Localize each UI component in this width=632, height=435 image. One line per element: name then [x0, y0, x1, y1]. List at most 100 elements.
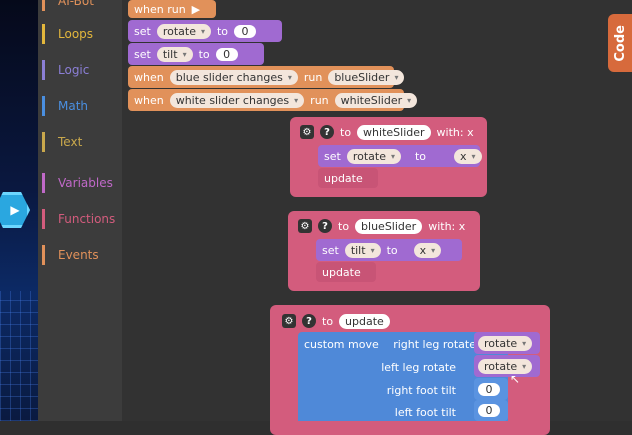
call-update-block[interactable]: update [318, 168, 378, 188]
number-input[interactable]: 0 [215, 47, 238, 61]
event-dropdown[interactable]: white slider changes [169, 92, 305, 108]
variable-dropdown[interactable]: tilt [344, 242, 381, 258]
category-label: Text [58, 135, 83, 149]
block-text: custom move [304, 337, 379, 351]
block-text: to [216, 24, 229, 38]
category-label: AI-Bot [58, 0, 94, 8]
param-right-leg-rotate-label: right leg rotate [376, 334, 476, 354]
set-rotate-block[interactable]: set rotate to 0 [128, 20, 282, 42]
param-right-foot-tilt-label: right foot tilt [376, 380, 456, 400]
set-tilt-block[interactable]: set tilt to 0 [128, 43, 264, 65]
when-run-block[interactable]: when run ▶ [128, 0, 216, 18]
function-name-field[interactable]: update [339, 313, 390, 329]
variable-dropdown[interactable]: rotate [346, 148, 401, 164]
rotate-variable-block[interactable]: rotate [474, 332, 540, 354]
dropdown-value: rotate [484, 359, 518, 373]
param-left-leg-rotate-label: left leg rotate [376, 357, 456, 377]
function-dropdown[interactable]: blueSlider [328, 69, 405, 85]
block-text: to [198, 47, 210, 61]
stage-grid [0, 291, 38, 421]
variable-dropdown[interactable]: rotate [156, 23, 211, 39]
help-icon[interactable]: ? [320, 125, 334, 139]
category-ai-bot[interactable]: AI-Bot [42, 0, 94, 12]
gear-icon[interactable]: ⚙ [282, 314, 296, 328]
set-tilt-block[interactable]: set tilt to x [316, 239, 462, 261]
category-text[interactable]: Text [42, 131, 82, 153]
dropdown-value: blue slider changes [175, 70, 283, 84]
variable-dropdown[interactable]: x [454, 148, 482, 164]
block-text: when [134, 93, 164, 107]
variable-dropdown[interactable]: x [413, 242, 442, 258]
gear-icon[interactable]: ⚙ [300, 125, 314, 139]
dropdown-value: x [419, 243, 427, 257]
number-input[interactable]: 0 [478, 404, 500, 417]
dropdown-value: rotate [352, 149, 386, 163]
dropdown-value: tilt [162, 47, 178, 61]
variable-dropdown[interactable]: tilt [156, 46, 193, 62]
category-color-bar [42, 209, 45, 229]
block-text: run [303, 70, 323, 84]
block-text: left foot tilt [394, 405, 456, 419]
event-dropdown[interactable]: blue slider changes [169, 69, 298, 85]
number-block[interactable]: 0 [474, 400, 508, 421]
category-color-bar [42, 0, 45, 11]
custom-move-label: custom move [304, 334, 379, 354]
function-header: ⚙ ? to whiteSlider with: x [296, 122, 478, 142]
block-text: to [386, 243, 398, 257]
block-text: to [322, 314, 334, 328]
function-name-field[interactable]: blueSlider [355, 218, 423, 234]
number-input[interactable]: 0 [234, 24, 257, 38]
category-color-bar [42, 132, 45, 152]
number-block[interactable]: 0 [474, 378, 508, 400]
category-events[interactable]: Events [42, 244, 99, 266]
category-loops[interactable]: Loops [42, 23, 93, 45]
number-input[interactable]: 0 [478, 382, 500, 396]
block-text: to [340, 125, 352, 139]
category-label: Functions [58, 212, 116, 226]
function-header: ⚙ ? to blueSlider with: x [294, 216, 469, 236]
call-update-block[interactable]: update [316, 262, 376, 282]
code-tab-label: Code [612, 24, 628, 62]
block-text: right foot tilt [386, 383, 456, 397]
dropdown-value: tilt [350, 243, 366, 257]
help-icon[interactable]: ? [318, 219, 332, 233]
category-functions[interactable]: Functions [42, 208, 115, 230]
function-dropdown[interactable]: whiteSlider [334, 92, 418, 108]
variable-dropdown[interactable]: rotate [478, 358, 533, 374]
dropdown-value: rotate [484, 336, 518, 350]
block-text: when [134, 70, 164, 84]
block-text: with: x [428, 219, 466, 233]
block-text: set [324, 149, 341, 163]
when-white-slider-block[interactable]: when white slider changes run whiteSlide… [128, 89, 418, 111]
category-color-bar [42, 173, 45, 193]
param-left-foot-tilt-label: left foot tilt [376, 402, 456, 422]
category-math[interactable]: Math [42, 95, 88, 117]
dropdown-value: whiteSlider [340, 93, 403, 107]
function-name-field[interactable]: whiteSlider [357, 124, 431, 140]
dropdown-value: white slider changes [175, 93, 290, 107]
mouse-cursor-icon: ↖ [510, 372, 521, 386]
category-color-bar [42, 24, 45, 44]
category-label: Events [58, 248, 99, 262]
help-icon[interactable]: ? [302, 314, 316, 328]
play-icon: ▶ [10, 203, 20, 217]
variable-dropdown[interactable]: rotate [478, 335, 533, 351]
block-text: set [134, 24, 151, 38]
stage-preview: ▶ [0, 0, 38, 421]
block-text: to [338, 219, 350, 233]
when-blue-slider-block[interactable]: when blue slider changes run blueSlider [128, 66, 405, 88]
category-label: Logic [58, 63, 90, 77]
category-color-bar [42, 96, 45, 116]
toolbox: AI-Bot Loops Logic Math Text Variables F… [38, 0, 122, 421]
blocks-workspace[interactable]: when run ▶ set rotate to 0 set tilt to 0… [122, 0, 632, 435]
set-rotate-block[interactable]: set rotate to x [318, 145, 482, 167]
category-logic[interactable]: Logic [42, 59, 89, 81]
play-hex-button[interactable]: ▶ [0, 192, 30, 228]
gear-icon[interactable]: ⚙ [298, 219, 312, 233]
rotate-variable-block[interactable]: rotate [474, 355, 540, 377]
category-variables[interactable]: Variables [42, 172, 113, 194]
block-text: with: x [436, 125, 474, 139]
category-label: Loops [58, 27, 94, 41]
block-text: to [414, 149, 427, 163]
code-tab[interactable]: Code [608, 14, 632, 72]
